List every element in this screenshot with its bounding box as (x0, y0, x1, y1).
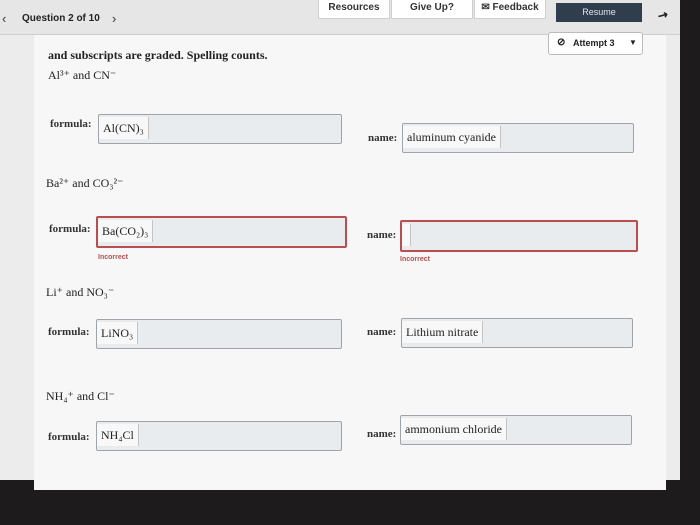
collapse-arrows-icon[interactable]: ↗ (655, 6, 671, 23)
name-field-4[interactable]: ammonium chloride (400, 415, 632, 445)
question-title: Question 2 of 10 (22, 13, 100, 24)
feedback-button[interactable]: ✉ Feedback (474, 0, 546, 19)
attempt-label: Attempt 3 (573, 38, 615, 48)
chevron-right-icon[interactable]: › (112, 11, 116, 26)
name-value-1: aluminum cyanide (403, 126, 501, 148)
resources-button[interactable]: Resources (318, 0, 390, 19)
name-value-2 (402, 224, 411, 246)
attempt-no-entry-icon: ⊘ (557, 37, 566, 48)
formula-label-2: formula: (49, 223, 91, 235)
ion-pair-1: Al³⁺ and CN⁻ (48, 68, 117, 82)
name-field-2[interactable] (400, 220, 638, 252)
ion-pair-2: Ba²⁺ and CO₃²⁻ (46, 176, 124, 190)
chevron-left-icon[interactable]: ‹ (2, 11, 6, 26)
formula-value-1: Al(CN)₃ (99, 117, 149, 139)
formula-field-3[interactable]: LiNO₃ (96, 319, 342, 349)
name-status-2: Incorrect (400, 256, 430, 263)
name-label-3: name: (367, 326, 397, 338)
formula-label-1: formula: (50, 118, 92, 130)
feedback-label: Feedback (492, 2, 539, 13)
formula-field-4[interactable]: NH₄Cl (96, 421, 342, 451)
attempt-dropdown[interactable]: ⊘ Attempt 3 ▼ (548, 32, 643, 55)
give-up-button[interactable]: Give Up? (391, 0, 473, 19)
ion-pair-3: Li⁺ and NO₃⁻ (46, 285, 115, 299)
name-field-1[interactable]: aluminum cyanide (402, 123, 634, 153)
formula-label-3: formula: (48, 326, 90, 338)
resume-button[interactable]: Resume (556, 3, 642, 22)
top-toolbar: Resources Give Up? ✉ Feedback Resume ‹ Q… (0, 0, 680, 35)
name-label-2: name: (367, 229, 397, 241)
chevron-down-icon: ▼ (629, 38, 637, 47)
formula-status-2: Incorrect (98, 254, 128, 261)
formula-field-2[interactable]: Ba(CO₂)₃ (96, 216, 347, 248)
screen: Resources Give Up? ✉ Feedback Resume ‹ Q… (0, 0, 680, 490)
formula-value-2: Ba(CO₂)₃ (98, 220, 154, 242)
feedback-icon: ✉ (481, 2, 493, 13)
formula-label-4: formula: (48, 431, 90, 443)
name-label-1: name: (368, 132, 398, 144)
instructions-text: and subscripts are graded. Spelling coun… (48, 48, 268, 62)
formula-value-3: LiNO₃ (97, 322, 139, 344)
give-up-label: Give Up? (410, 2, 454, 13)
ion-pair-4: NH₄⁺ and Cl⁻ (46, 389, 115, 403)
question-panel: and subscripts are graded. Spelling coun… (34, 35, 666, 490)
name-value-3: Lithium nitrate (402, 321, 484, 343)
formula-value-4: NH₄Cl (97, 424, 139, 446)
formula-field-1[interactable]: Al(CN)₃ (98, 114, 342, 144)
name-label-4: name: (367, 428, 397, 440)
name-value-4: ammonium chloride (401, 418, 507, 440)
name-field-3[interactable]: Lithium nitrate (401, 318, 633, 348)
